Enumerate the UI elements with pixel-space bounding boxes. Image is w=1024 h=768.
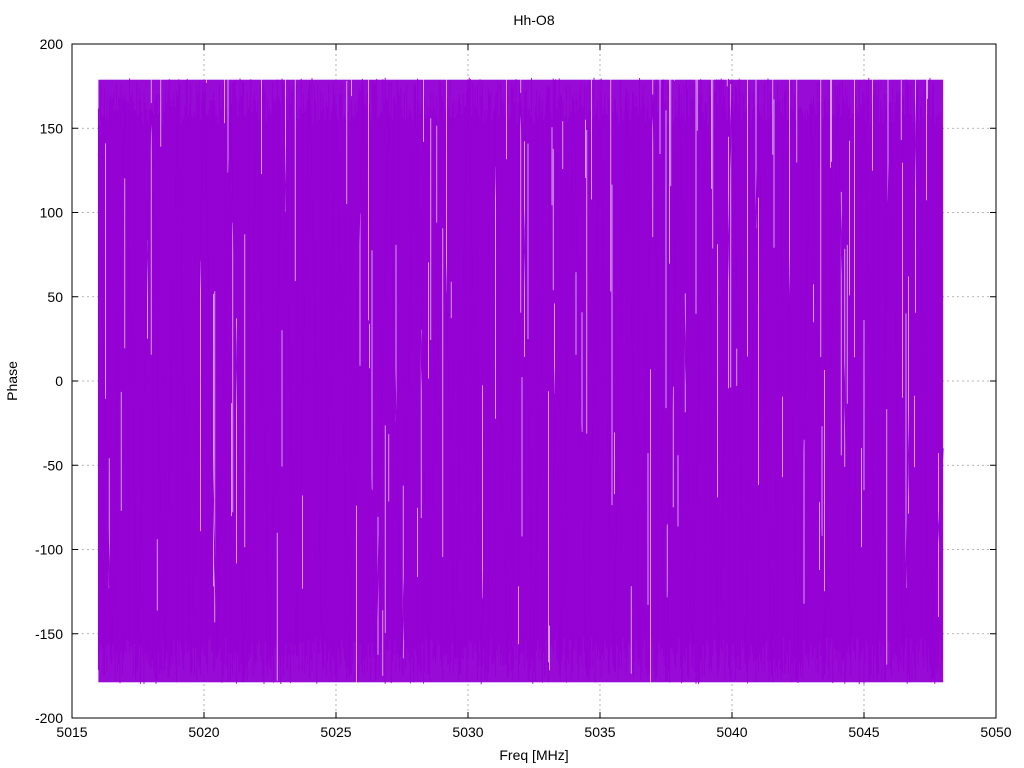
y-tick-label: 0: [55, 373, 63, 389]
y-tick-label: 150: [40, 120, 64, 136]
y-tick-label: 200: [40, 36, 64, 52]
y-tick-label: 100: [40, 205, 64, 221]
x-tick-label: 5050: [980, 724, 1011, 740]
x-tick-label: 5040: [716, 724, 747, 740]
x-tick-label: 5045: [848, 724, 879, 740]
x-tick-label: 5025: [320, 724, 351, 740]
phase-chart: 5015 5020 5025 5030 5035 5040 5045 5050 -200 -150…: [4, 12, 1012, 763]
x-tick-label: 5035: [584, 724, 615, 740]
chart-title: Hh-O8: [513, 12, 554, 28]
y-tick-label: 50: [47, 289, 63, 305]
y-tick-label: -50: [43, 457, 63, 473]
x-tick-label: 5015: [56, 724, 87, 740]
y-axis-title: Phase: [4, 361, 20, 401]
data-layer: [97, 77, 944, 685]
y-tick-label: -100: [35, 542, 63, 558]
y-tick-label: -150: [35, 626, 63, 642]
y-tick-label: -200: [35, 710, 63, 726]
x-axis-title: Freq [MHz]: [499, 747, 568, 763]
x-tick-label: 5020: [188, 724, 219, 740]
x-tick-label: 5030: [452, 724, 483, 740]
